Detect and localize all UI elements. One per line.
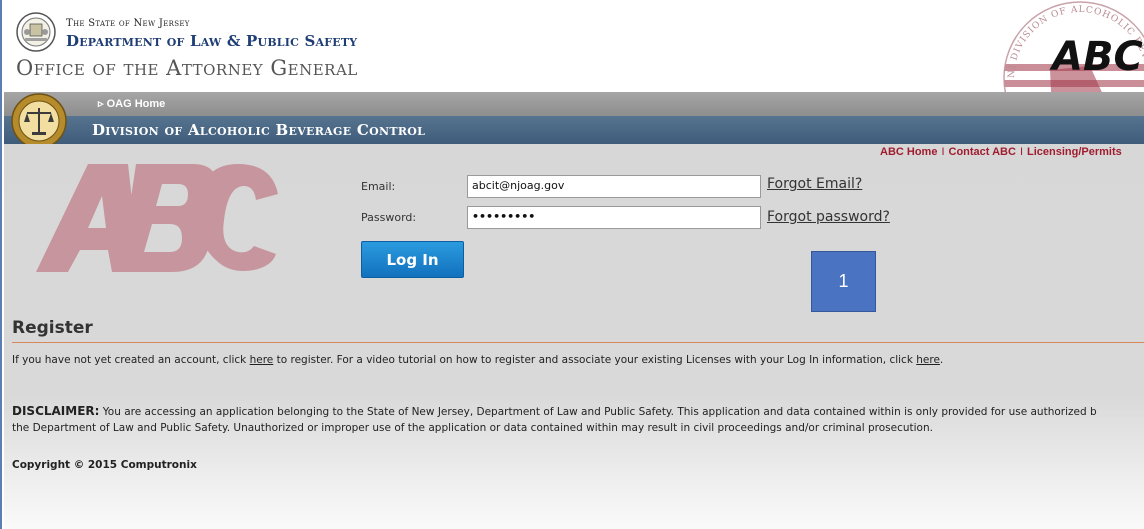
register-text: If you have not yet created an account, … (12, 354, 250, 366)
abc-logo-text: ABC (1049, 34, 1143, 80)
register-text: to register. For a video tutorial on how… (273, 354, 917, 366)
top-nav-bar (4, 92, 1144, 116)
register-instructions: If you have not yet created an account, … (12, 354, 943, 366)
division-title: Division of Alcoholic Beverage Control (92, 121, 426, 139)
register-here-link[interactable]: here (250, 354, 274, 366)
arrow-right-icon: ▹ (98, 98, 107, 110)
password-label: Password: (361, 211, 417, 224)
link-separator: I (941, 146, 945, 158)
contact-abc-link[interactable]: Contact ABC (949, 146, 1016, 158)
licensing-permits-link[interactable]: Licensing/Permits (1027, 146, 1122, 158)
oag-home-label: OAG Home (106, 98, 166, 110)
password-input[interactable]: ••••••••• (467, 206, 761, 229)
copyright: Copyright © 2015 Computronix (12, 459, 197, 471)
oag-home-link[interactable]: ▹ OAG Home (98, 97, 165, 110)
abc-watermark-logo (36, 164, 278, 272)
link-separator: I (1019, 146, 1024, 158)
state-name: The State of New Jersey (66, 18, 190, 29)
disclaimer-text: You are accessing an application belongi… (99, 406, 1097, 418)
department-name[interactable]: Department of Law & Public Safety (66, 32, 357, 50)
section-divider (12, 342, 1144, 343)
top-links: ABC Home I Contact ABC I Licensing/Permits (880, 146, 1122, 158)
log-in-button[interactable]: Log In (361, 241, 464, 278)
office-name: Office of the Attorney General (16, 56, 358, 80)
forgot-email-link[interactable]: Forgot Email? (767, 176, 862, 192)
browser-frame: The State of New Jersey Department of La… (0, 0, 1144, 529)
abc-home-link[interactable]: ABC Home (880, 146, 937, 158)
disclaimer-line-1: DISCLAIMER: You are accessing an applica… (12, 404, 1097, 418)
forgot-password-link[interactable]: Forgot password? (767, 209, 890, 225)
email-label: Email: (361, 180, 396, 193)
email-input[interactable]: abcit@njoag.gov (467, 175, 761, 198)
annotation-marker: 1 (811, 251, 876, 312)
register-heading: Register (12, 318, 93, 338)
video-tutorial-here-link[interactable]: here (916, 354, 940, 366)
nj-state-seal-icon (16, 12, 56, 52)
disclaimer-label: DISCLAIMER: (12, 404, 100, 418)
disclaimer-line-2: the Department of Law and Public Safety.… (12, 422, 933, 434)
register-text: . (939, 354, 944, 366)
attorney-general-seal-icon (11, 93, 67, 149)
